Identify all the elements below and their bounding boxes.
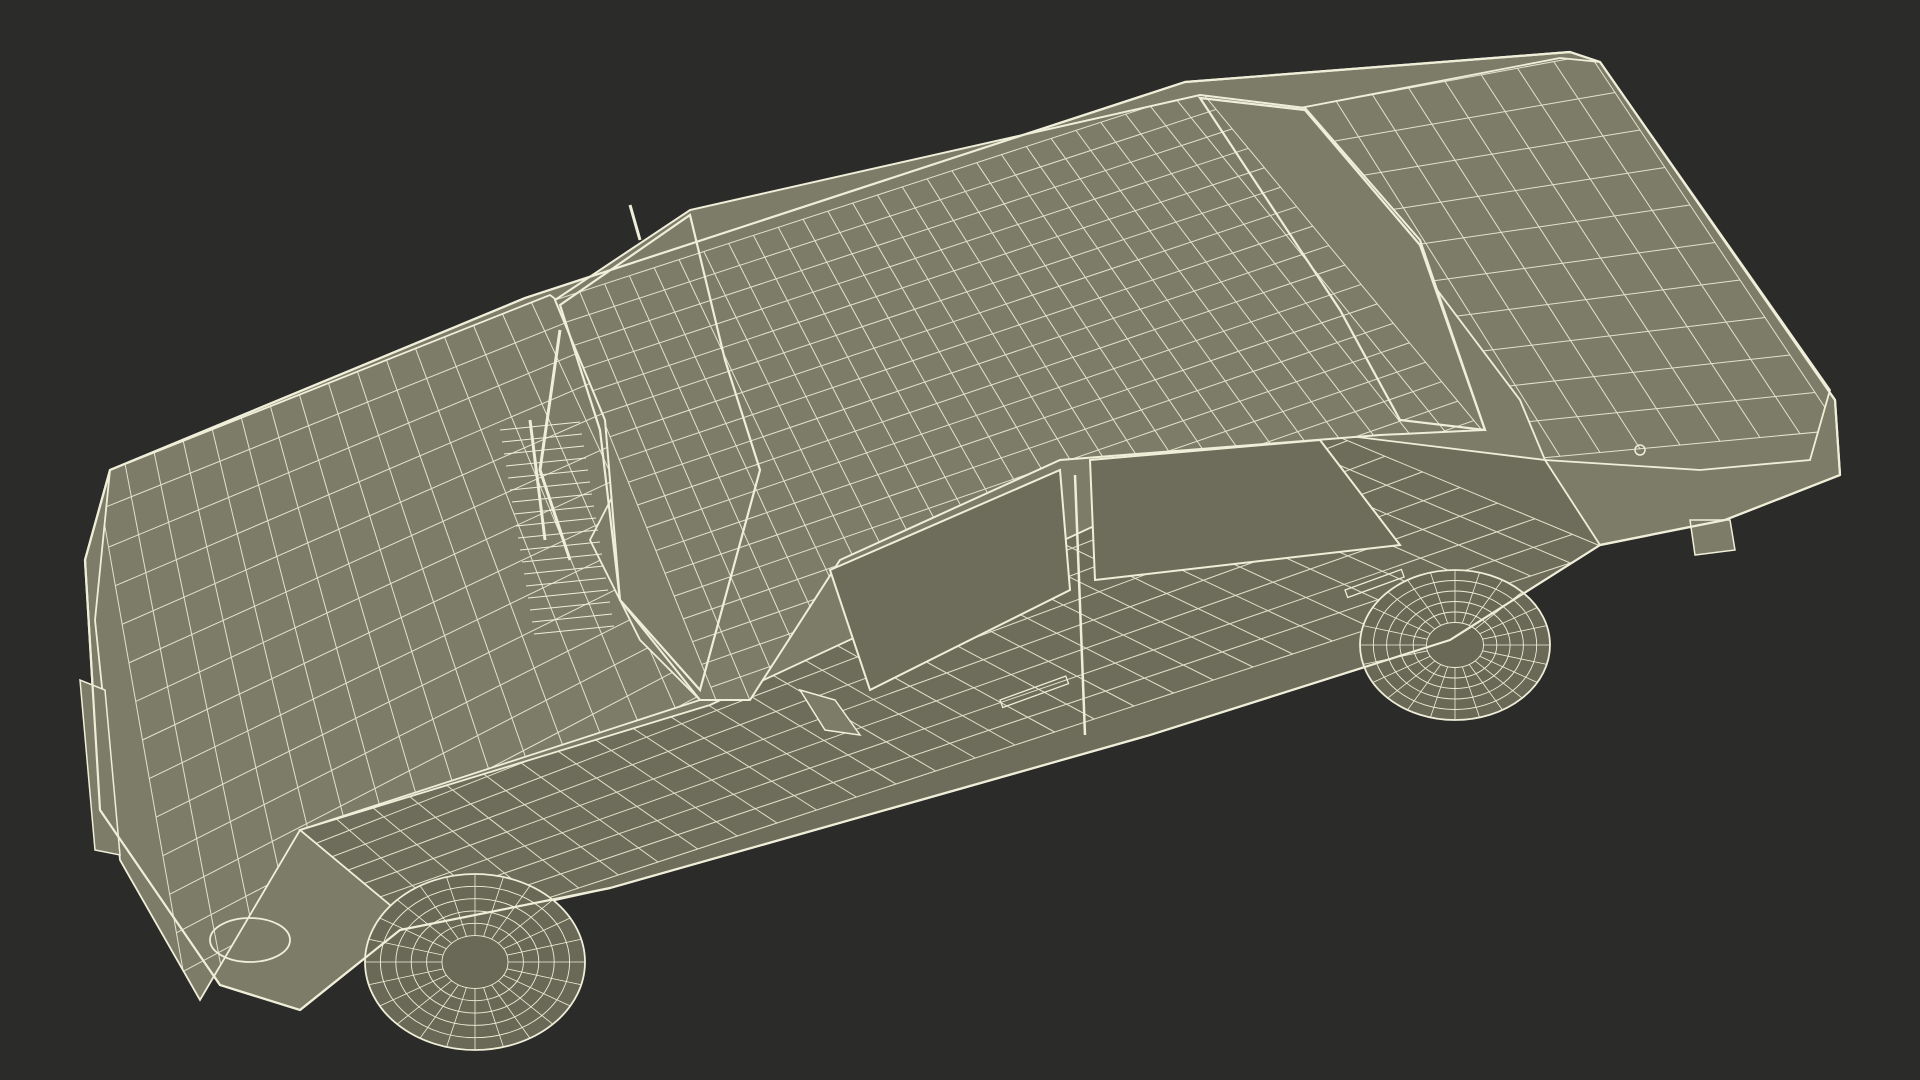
car-wireframe-scene xyxy=(0,0,1920,1080)
render-viewport xyxy=(0,0,1920,1080)
rear-wheel xyxy=(1359,569,1551,721)
